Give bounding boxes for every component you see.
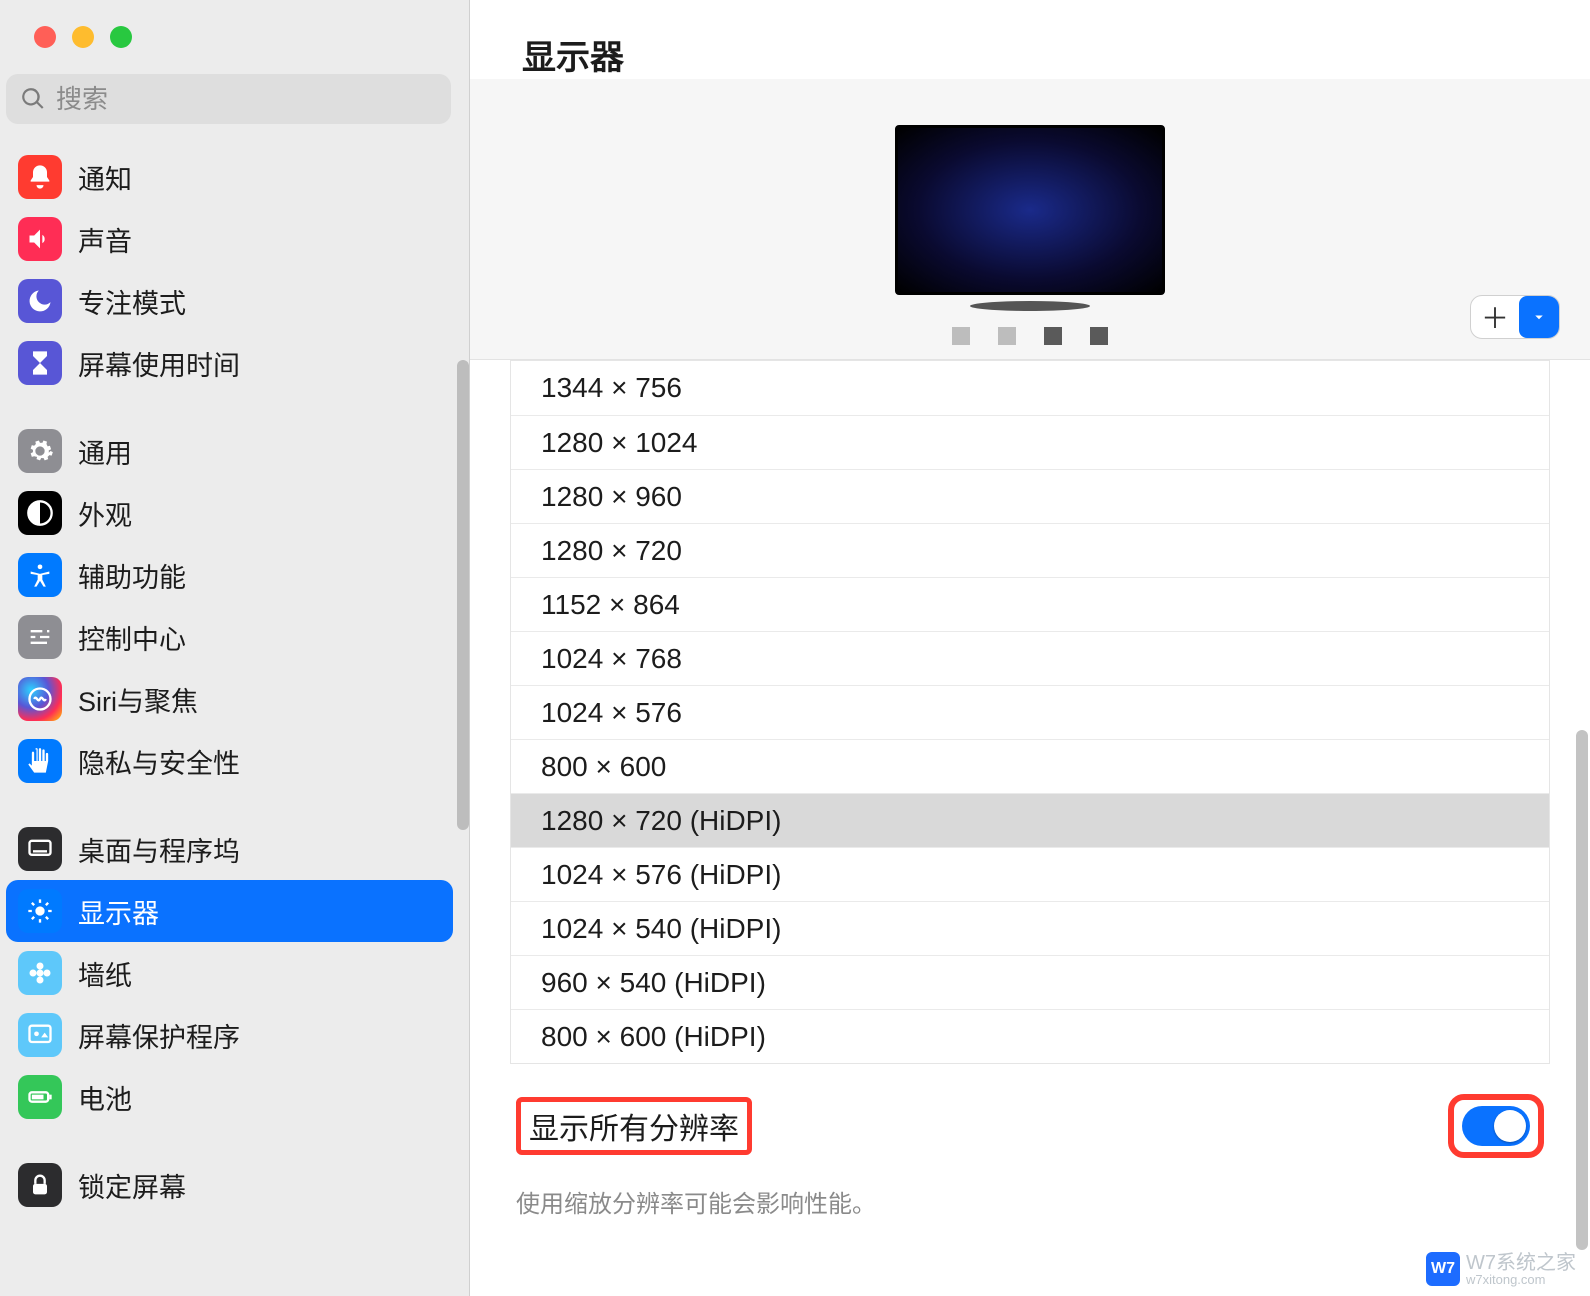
watermark-logo: W7 <box>1426 1252 1460 1286</box>
hourglass-icon <box>18 341 62 385</box>
minimize-button[interactable] <box>72 26 94 48</box>
show-all-resolutions-toggle-highlight <box>1448 1094 1544 1158</box>
plus-icon: ＋ <box>1471 297 1519 337</box>
watermark-text: W7系统之家 <box>1466 1253 1576 1273</box>
dock-icon <box>18 827 62 871</box>
moon-icon <box>18 279 62 323</box>
resolution-row[interactable]: 800 × 600 (HiDPI) <box>511 1009 1549 1063</box>
sidebar-item-label: 桌面与程序坞 <box>78 830 240 869</box>
resolution-row[interactable]: 1280 × 720 (HiDPI) <box>511 793 1549 847</box>
sidebar-item-siri[interactable]: Siri与聚焦 <box>6 668 453 730</box>
sidebar-item-label: 通用 <box>78 432 132 471</box>
watermark: W7 W7系统之家 w7xitong.com <box>1426 1252 1576 1286</box>
scaling-hint: 使用缩放分辨率可能会影响性能。 <box>510 1184 1550 1219</box>
sidebar-item-general[interactable]: 通用 <box>6 420 453 482</box>
sidebar-item-label: 专注模式 <box>78 282 186 321</box>
sidebar-item-displays[interactable]: 显示器 <box>6 880 453 942</box>
resolution-list: 1344 × 7561280 × 10241280 × 9601280 × 72… <box>510 360 1550 1064</box>
main-pane: 显示器 ＋ 1344 × 7561280 × 10241280 × 96012 <box>470 0 1590 1296</box>
lock-icon <box>18 1163 62 1207</box>
search-input[interactable] <box>56 84 437 115</box>
display-dot[interactable] <box>952 327 970 345</box>
watermark-sub: w7xitong.com <box>1466 1273 1576 1286</box>
sidebar-item-label: 外观 <box>78 494 132 533</box>
sidebar-item-appearance[interactable]: 外观 <box>6 482 453 544</box>
chevron-down-icon <box>1519 296 1559 338</box>
display-dot[interactable] <box>998 327 1016 345</box>
search-field[interactable] <box>6 74 451 124</box>
sidebar-item-label: 通知 <box>78 158 132 197</box>
show-all-resolutions-toggle[interactable] <box>1462 1106 1530 1146</box>
resolution-row[interactable]: 1024 × 768 <box>511 631 1549 685</box>
add-display-button[interactable]: ＋ <box>1470 295 1560 339</box>
resolution-row[interactable]: 1280 × 960 <box>511 469 1549 523</box>
sidebar-item-controlcenter[interactable]: 控制中心 <box>6 606 453 668</box>
sidebar-item-notifications[interactable]: 通知 <box>6 146 453 208</box>
hand-icon <box>18 739 62 783</box>
resolution-row[interactable]: 1024 × 576 (HiDPI) <box>511 847 1549 901</box>
resolution-row[interactable]: 960 × 540 (HiDPI) <box>511 955 1549 1009</box>
gear-icon <box>18 429 62 473</box>
bell-icon <box>18 155 62 199</box>
sidebar-item-accessibility[interactable]: 辅助功能 <box>6 544 453 606</box>
battery-icon <box>18 1075 62 1119</box>
sidebar-item-label: 屏幕使用时间 <box>78 344 240 383</box>
siri-icon <box>18 677 62 721</box>
display-preview: ＋ <box>470 79 1590 360</box>
arrangement-dots <box>952 327 1108 345</box>
sidebar-item-lockscreen[interactable]: 锁定屏幕 <box>6 1154 453 1216</box>
close-button[interactable] <box>34 26 56 48</box>
sidebar-item-battery[interactable]: 电池 <box>6 1066 453 1128</box>
window-controls <box>0 0 469 74</box>
show-all-resolutions-label: 显示所有分辨率 <box>529 1113 739 1146</box>
sliders-icon <box>18 615 62 659</box>
sidebar-list: 通知声音专注模式屏幕使用时间通用外观辅助功能控制中心 Siri与聚焦隐私与安全性桌… <box>0 142 469 1296</box>
sidebar: 通知声音专注模式屏幕使用时间通用外观辅助功能控制中心 Siri与聚焦隐私与安全性桌… <box>0 0 470 1296</box>
main-scrollbar[interactable] <box>1576 730 1588 1250</box>
sidebar-scrollbar[interactable] <box>457 360 469 830</box>
sidebar-item-sound[interactable]: 声音 <box>6 208 453 270</box>
resolution-row[interactable]: 1024 × 540 (HiDPI) <box>511 901 1549 955</box>
display-dot[interactable] <box>1090 327 1108 345</box>
maximize-button[interactable] <box>110 26 132 48</box>
resolution-row[interactable]: 1280 × 720 <box>511 523 1549 577</box>
sidebar-item-label: 屏幕保护程序 <box>78 1016 240 1055</box>
resolution-row[interactable]: 800 × 600 <box>511 739 1549 793</box>
brightness-icon <box>18 889 62 933</box>
sidebar-item-label: 辅助功能 <box>78 556 186 595</box>
sidebar-item-label: 声音 <box>78 220 132 259</box>
sidebar-item-privacy[interactable]: 隐私与安全性 <box>6 730 453 792</box>
resolution-row[interactable]: 1024 × 576 <box>511 685 1549 739</box>
monitor-thumbnail[interactable] <box>895 125 1165 295</box>
sidebar-item-wallpaper[interactable]: 墙纸 <box>6 942 453 1004</box>
sidebar-item-label: 墙纸 <box>78 954 132 993</box>
speaker-icon <box>18 217 62 261</box>
sidebar-item-desktop[interactable]: 桌面与程序坞 <box>6 818 453 880</box>
screensaver-icon <box>18 1013 62 1057</box>
sidebar-item-focus[interactable]: 专注模式 <box>6 270 453 332</box>
resolution-row[interactable]: 1280 × 1024 <box>511 415 1549 469</box>
sidebar-item-label: 控制中心 <box>78 618 186 657</box>
flower-icon <box>18 951 62 995</box>
sidebar-item-label: 锁定屏幕 <box>78 1166 186 1205</box>
sidebar-item-screentime[interactable]: 屏幕使用时间 <box>6 332 453 394</box>
resolution-row[interactable]: 1152 × 864 <box>511 577 1549 631</box>
accessibility-icon <box>18 553 62 597</box>
show-all-resolutions-label-highlight: 显示所有分辨率 <box>516 1097 752 1155</box>
search-icon <box>20 86 46 112</box>
resolution-row[interactable]: 1344 × 756 <box>511 361 1549 415</box>
sidebar-item-label: 隐私与安全性 <box>78 742 240 781</box>
page-title: 显示器 <box>522 30 1590 79</box>
sidebar-item-label: 显示器 <box>78 892 159 931</box>
contrast-icon <box>18 491 62 535</box>
sidebar-item-label: 电池 <box>78 1078 132 1117</box>
sidebar-item-label: Siri与聚焦 <box>78 680 198 719</box>
display-dot[interactable] <box>1044 327 1062 345</box>
sidebar-item-screensaver[interactable]: 屏幕保护程序 <box>6 1004 453 1066</box>
